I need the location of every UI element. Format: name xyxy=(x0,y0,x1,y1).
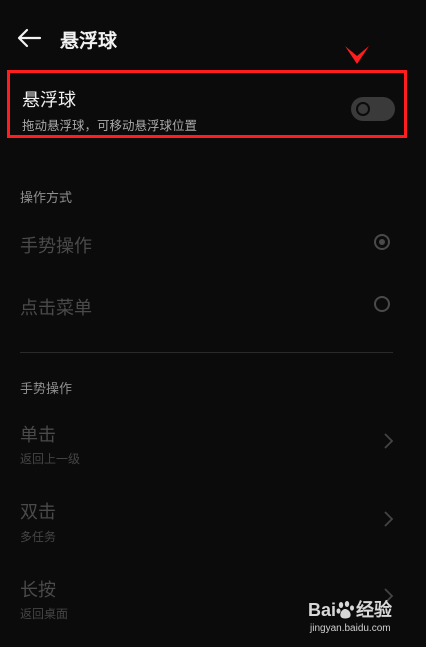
watermark-brand-left: Bai xyxy=(308,600,337,620)
watermark-url: jingyan.baidu.com xyxy=(310,623,391,634)
floating-ball-setting-row[interactable]: 悬浮球 拖动悬浮球，可移动悬浮球位置 xyxy=(7,70,407,138)
gesture-long-press-subtitle: 返回桌面 xyxy=(20,607,69,621)
gesture-double-tap-title[interactable]: 双击 xyxy=(20,498,56,524)
baidu-paw-icon xyxy=(336,601,355,619)
operation-mode-section-label: 操作方式 xyxy=(20,191,73,206)
watermark-logo: Bai 经验 xyxy=(308,596,392,622)
gesture-section-label: 手势操作 xyxy=(20,382,73,397)
app-header: 悬浮球 xyxy=(0,0,426,78)
baidu-jingyan-watermark: Bai 经验 jingyan.baidu.com xyxy=(308,596,424,642)
watermark-brand-right: 经验 xyxy=(356,600,393,620)
radio-selected-dot xyxy=(379,239,385,245)
annotation-arrow-icon xyxy=(345,46,369,64)
option-click-menu-label[interactable]: 点击菜单 xyxy=(20,294,92,320)
gesture-long-press-title[interactable]: 长按 xyxy=(20,576,56,602)
chevron-right-icon[interactable] xyxy=(382,510,394,528)
radio-click-menu[interactable] xyxy=(374,296,390,312)
floating-ball-title: 悬浮球 xyxy=(22,90,76,111)
page-title: 悬浮球 xyxy=(60,30,118,52)
chevron-right-icon[interactable] xyxy=(382,432,394,450)
floating-ball-toggle[interactable] xyxy=(351,97,395,121)
gesture-single-tap-subtitle: 返回上一级 xyxy=(20,452,81,466)
gesture-double-tap-subtitle: 多任务 xyxy=(20,530,57,544)
floating-ball-subtitle: 拖动悬浮球，可移动悬浮球位置 xyxy=(22,118,198,133)
toggle-knob xyxy=(356,102,370,116)
gesture-single-tap-title[interactable]: 单击 xyxy=(20,421,56,447)
back-arrow-icon[interactable] xyxy=(16,27,42,49)
radio-gesture-selected[interactable] xyxy=(374,234,390,250)
option-gesture-label[interactable]: 手势操作 xyxy=(20,232,92,258)
section-divider xyxy=(20,352,393,353)
